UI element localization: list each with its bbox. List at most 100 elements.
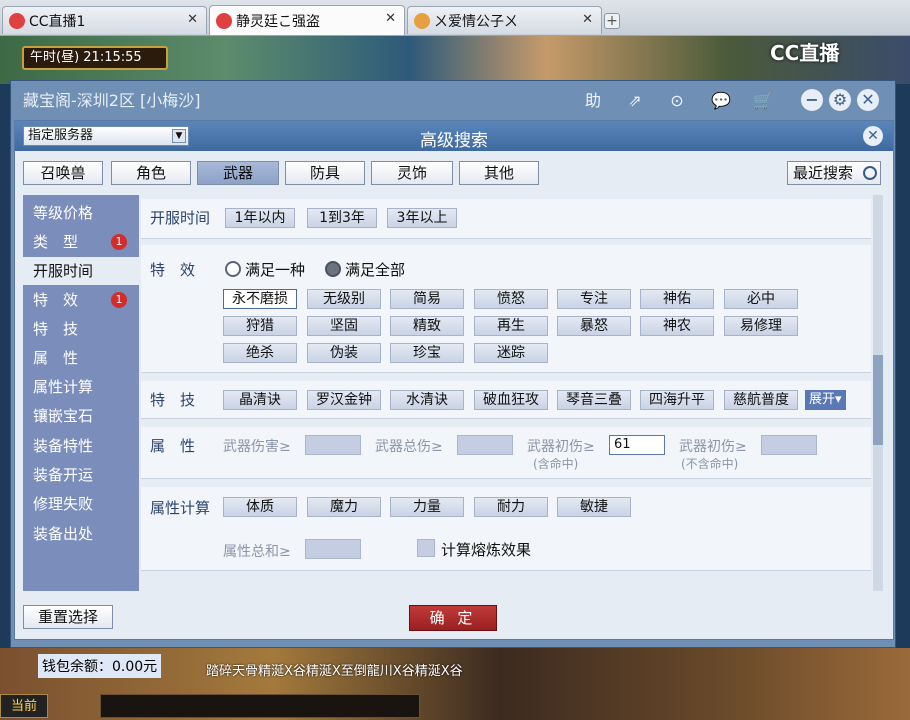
tab-other[interactable]: 其他 <box>459 161 539 185</box>
sidebar-item-label: 装备特性 <box>33 437 94 455</box>
content-scrollbar[interactable] <box>873 195 883 591</box>
effect-chip[interactable]: 愤怒 <box>474 289 548 309</box>
sidebar-item-label: 属性计算 <box>33 378 94 396</box>
attr-sum-label: 属性总和≥ <box>223 544 291 560</box>
sidebar-item-source[interactable]: 装备出处 <box>23 520 139 548</box>
sidebar-item-effect[interactable]: 特 效 1 <box>23 286 139 314</box>
attr-chip[interactable]: 敏捷 <box>557 497 631 517</box>
radio-any[interactable] <box>225 261 241 277</box>
recent-search-label: 最近搜索 <box>793 164 854 182</box>
channel-current[interactable]: 当前 <box>0 694 48 718</box>
help-button[interactable]: 助 <box>581 89 605 113</box>
sidebar-item-feature[interactable]: 装备特性 <box>23 432 139 460</box>
sidebar-item-label: 镶嵌宝石 <box>33 407 94 425</box>
count-badge: 1 <box>111 292 127 308</box>
tab-weapon[interactable]: 武器 <box>197 161 279 185</box>
effect-chip[interactable]: 专注 <box>557 289 631 309</box>
sidebar-item-level-price[interactable]: 等级价格 <box>23 199 139 227</box>
weapon-init-incl-input[interactable]: 61 <box>609 435 665 455</box>
radio-all[interactable] <box>325 261 341 277</box>
close-tab-icon[interactable]: ✕ <box>385 11 396 26</box>
section-server-time: 开服时间 1年以内 1到3年 3年以上 <box>141 199 871 239</box>
stream-logo: CC直播 <box>770 41 840 65</box>
tab-ornament[interactable]: 灵饰 <box>371 161 453 185</box>
close-icon[interactable]: ✕ <box>857 89 879 111</box>
effect-chip[interactable]: 迷踪 <box>474 343 548 363</box>
weapon-init-excl-input[interactable] <box>761 435 817 455</box>
sidebar-item-repair-fail[interactable]: 修理失败 <box>23 490 139 518</box>
effect-chip[interactable]: 必中 <box>724 289 798 309</box>
sidebar-item-attribute[interactable]: 属 性 <box>23 344 139 372</box>
reset-button[interactable]: 重置选择 <box>23 605 113 629</box>
tab-pet[interactable]: 召唤兽 <box>23 161 103 185</box>
sidebar-item-fortune[interactable]: 装备开运 <box>23 461 139 489</box>
attr-chip[interactable]: 耐力 <box>474 497 548 517</box>
close-tab-icon[interactable]: ✕ <box>582 12 593 27</box>
browser-tab-3[interactable]: ㄨ爱情公子ㄨ ✕ <box>407 6 602 34</box>
section-label: 属 性 <box>150 437 196 455</box>
dialog-header: 指定服务器 ▼ 高级搜索 ✕ <box>15 121 893 151</box>
sidebar-item-gem[interactable]: 镶嵌宝石 <box>23 402 139 430</box>
skill-chip[interactable]: 慈航普度 <box>724 390 798 410</box>
new-tab-button[interactable]: + <box>604 13 620 29</box>
radio-all-label: 满足全部 <box>345 261 406 279</box>
effect-chip[interactable]: 无级别 <box>307 289 381 309</box>
sidebar-item-attr-calc[interactable]: 属性计算 <box>23 373 139 401</box>
sidebar-item-label: 修理失败 <box>33 495 94 513</box>
skill-chip[interactable]: 破血狂攻 <box>474 390 548 410</box>
weapon-total-label: 武器总伤≥ <box>375 439 443 455</box>
sidebar-item-label: 特 技 <box>33 320 79 338</box>
refine-checkbox[interactable] <box>417 539 435 557</box>
skill-chip[interactable]: 琴音三叠 <box>557 390 631 410</box>
effect-chip[interactable]: 狩猎 <box>223 316 297 336</box>
effect-chip[interactable]: 精致 <box>390 316 464 336</box>
effect-chip[interactable]: 坚固 <box>307 316 381 336</box>
share-icon[interactable]: ⇗ <box>623 89 647 113</box>
tab-armor[interactable]: 防具 <box>285 161 365 185</box>
close-tab-icon[interactable]: ✕ <box>187 12 198 27</box>
confirm-button[interactable]: 确 定 <box>409 605 497 631</box>
recent-search-button[interactable]: 最近搜索 <box>787 161 881 185</box>
skill-chip[interactable]: 四海升平 <box>640 390 714 410</box>
settings-icon[interactable]: ⚙ <box>829 89 851 111</box>
attr-chip[interactable]: 体质 <box>223 497 297 517</box>
effect-chip[interactable]: 绝杀 <box>223 343 297 363</box>
dialog-close-icon[interactable]: ✕ <box>863 126 883 146</box>
skill-chip[interactable]: 晶清诀 <box>223 390 297 410</box>
weapon-total-input[interactable] <box>457 435 513 455</box>
scroll-thumb[interactable] <box>873 355 883 445</box>
server-time-option[interactable]: 1年以内 <box>225 208 295 228</box>
effect-chip[interactable]: 暴怒 <box>557 316 631 336</box>
server-time-option[interactable]: 1到3年 <box>307 208 377 228</box>
sidebar-item-type[interactable]: 类 型 1 <box>23 228 139 256</box>
record-icon[interactable]: ⊙ <box>665 89 689 113</box>
server-time-option[interactable]: 3年以上 <box>387 208 457 228</box>
section-attr-calc: 属性计算 体质 魔力 力量 耐力 敏捷 属性总和≥ 计算熔炼效果 <box>141 487 871 571</box>
effect-chip[interactable]: 再生 <box>474 316 548 336</box>
weapon-damage-input[interactable] <box>305 435 361 455</box>
effect-chip[interactable]: 永不磨损 <box>223 289 297 309</box>
skill-chip[interactable]: 水清诀 <box>390 390 464 410</box>
effect-chip[interactable]: 神佑 <box>640 289 714 309</box>
effect-chip[interactable]: 珍宝 <box>390 343 464 363</box>
sidebar-item-skill[interactable]: 特 技 <box>23 315 139 343</box>
tab-label: ㄨ爱情公子ㄨ <box>434 13 518 30</box>
effect-chip[interactable]: 易修理 <box>724 316 798 336</box>
browser-tab-cc[interactable]: CC直播1 ✕ <box>2 6 207 34</box>
attr-chip[interactable]: 力量 <box>390 497 464 517</box>
chat-input[interactable] <box>100 694 420 718</box>
refine-label: 计算熔炼效果 <box>441 541 532 559</box>
attr-sum-input[interactable] <box>305 539 361 559</box>
browser-tab-active[interactable]: 静灵廷こ强盗 ✕ <box>209 5 405 35</box>
effect-chip[interactable]: 简易 <box>390 289 464 309</box>
sidebar-item-server-time[interactable]: 开服时间 <box>23 257 139 285</box>
skill-chip[interactable]: 罗汉金钟 <box>307 390 381 410</box>
minimize-icon[interactable]: − <box>801 89 823 111</box>
attr-chip[interactable]: 魔力 <box>307 497 381 517</box>
tab-role[interactable]: 角色 <box>111 161 191 185</box>
cart-icon[interactable]: 🛒 <box>751 89 775 113</box>
effect-chip[interactable]: 伪装 <box>307 343 381 363</box>
chat-icon[interactable]: 💬 <box>709 89 733 113</box>
expand-button[interactable]: 展开▾ <box>805 390 846 410</box>
effect-chip[interactable]: 神农 <box>640 316 714 336</box>
